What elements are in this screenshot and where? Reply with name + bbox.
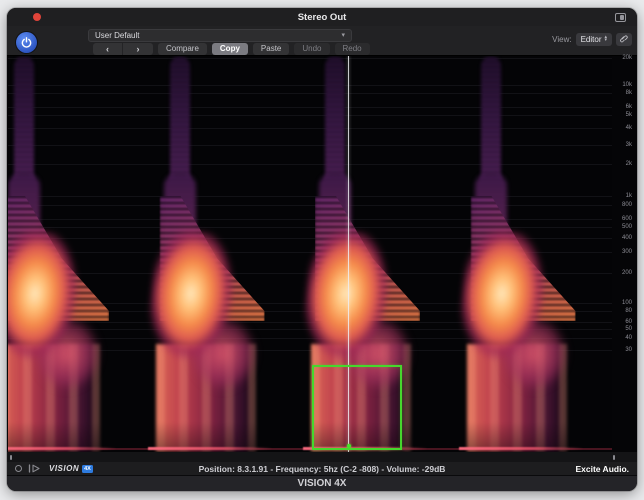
toolbar-button-redo[interactable]: Redo	[335, 43, 370, 55]
plugin-window: Stereo Out User Default ▾ ‹ › Compare Cop…	[7, 8, 637, 491]
spectral-flame-pattern	[411, 56, 581, 452]
frequency-tick-label: 40	[625, 335, 632, 341]
frequency-tick-label: 4k	[626, 125, 632, 131]
footer-bar: VISION 4X Position: 8.3.1.91 - Frequency…	[7, 462, 637, 475]
frequency-tick-label: 20k	[622, 55, 632, 61]
frequency-tick-label: 5k	[626, 112, 632, 118]
updown-chevron-icon: ▴▾	[604, 36, 607, 43]
frequency-tick-label: 300	[622, 249, 632, 255]
frequency-tick-label: 100	[622, 300, 632, 306]
frequency-tick-label: 6k	[626, 104, 632, 110]
plugin-name-bar: VISION 4X	[7, 475, 637, 491]
frequency-tick-label: 1k	[626, 193, 632, 199]
frequency-tick-label: 200	[622, 270, 632, 276]
frequency-tick-label: 30	[625, 347, 632, 353]
window-mode-icon[interactable]	[615, 13, 626, 22]
spectral-flame-pattern	[100, 56, 270, 452]
frequency-axis: 20k 10k 8k 6k 5k 4k 3k 2k 1k 800 600 500 400 300 200 10…	[612, 56, 637, 452]
analyzer-area: 20k 10k 8k 6k 5k 4k 3k 2k 1k 800 600 500 400 300 200 10…	[7, 56, 637, 452]
sub-bass-hotline	[459, 447, 584, 450]
spectrogram-display[interactable]	[8, 56, 612, 452]
power-icon	[20, 36, 33, 49]
link-icon	[619, 34, 629, 44]
view-value: Editor	[581, 35, 602, 44]
power-button[interactable]	[16, 32, 37, 53]
excite-audio-brand: Excite Audio.	[575, 464, 629, 474]
frequency-tick-label: 60	[625, 319, 632, 325]
zoom-scrollbar[interactable]	[7, 452, 637, 462]
toolbar-button-undo[interactable]: Undo	[294, 43, 329, 55]
spectral-streak	[325, 56, 345, 191]
plugin-name: VISION 4X	[298, 478, 347, 489]
sub-bass-hotline	[148, 447, 273, 450]
frequency-tick-label: 400	[622, 235, 632, 241]
toolbar-button-copy[interactable]: Copy	[212, 43, 248, 55]
frequency-tick-label: 8k	[626, 90, 632, 96]
spectral-streak	[170, 56, 190, 191]
frequency-tick-label: 800	[622, 202, 632, 208]
hot-energy-core	[142, 227, 245, 385]
frequency-tick-label: 80	[625, 308, 632, 314]
scroll-handle-left[interactable]	[10, 455, 12, 460]
view-label: View:	[552, 35, 571, 44]
spectral-flame-pattern	[8, 56, 114, 452]
scroll-handle-right[interactable]	[613, 455, 615, 460]
chevron-down-icon: ▾	[341, 32, 345, 39]
frequency-tick-label: 500	[622, 224, 632, 230]
view-dropdown[interactable]: Editor ▴▾	[576, 33, 612, 46]
plugin-header: User Default ▾ ‹ › Compare Copy Paste Undo R…	[7, 26, 637, 56]
prev-preset-button[interactable]: ‹	[93, 43, 123, 55]
toolbar: ‹ › Compare Copy Paste Undo Redo	[93, 43, 370, 55]
next-preset-button[interactable]: ›	[123, 43, 153, 55]
window-title: Stereo Out	[7, 12, 637, 23]
preset-nav: ‹ ›	[93, 43, 153, 55]
frequency-tick-label: 600	[622, 216, 632, 222]
spectral-streak	[14, 56, 34, 191]
frequency-tick-label: 3k	[626, 142, 632, 148]
selection-box[interactable]	[312, 365, 402, 450]
spectral-streak	[481, 56, 501, 191]
hot-energy-core	[297, 227, 400, 385]
cursor-status-readout: Position: 8.3.1.91 - Frequency: 5hz (C-2…	[7, 464, 637, 474]
preset-name: User Default	[95, 31, 341, 40]
preset-selector[interactable]: User Default ▾	[88, 29, 352, 42]
frequency-tick-label: 50	[625, 326, 632, 332]
hot-energy-core	[453, 227, 556, 385]
toolbar-button-paste[interactable]: Paste	[253, 43, 289, 55]
view-cluster: View: Editor ▴▾	[552, 32, 632, 46]
link-button[interactable]	[616, 33, 632, 46]
title-bar: Stereo Out	[7, 8, 637, 26]
toolbar-button-compare[interactable]: Compare	[158, 43, 207, 55]
frequency-tick-label: 10k	[622, 82, 632, 88]
frequency-tick-label: 2k	[626, 161, 632, 167]
